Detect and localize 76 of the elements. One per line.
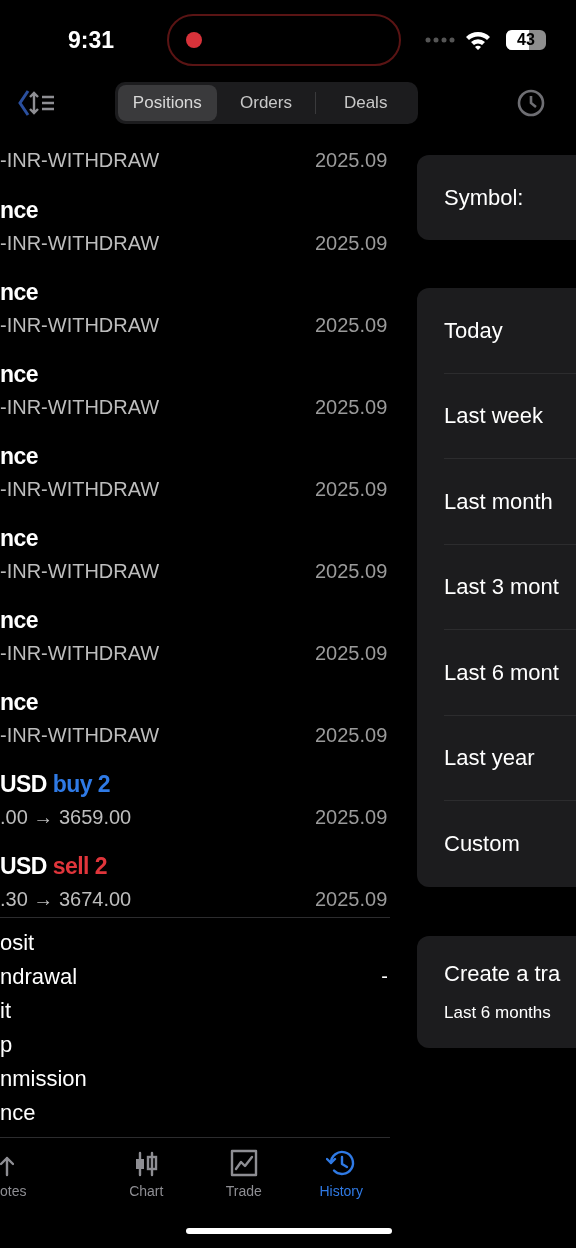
- deal-detail: -INR-WITHDRAW: [0, 558, 160, 584]
- deal-detail: .30 → 3674.00: [0, 886, 132, 912]
- deal-row[interactable]: nce -INR-WITHDRAW 2025.09: [0, 185, 390, 267]
- deal-date: 2025.09: [315, 476, 389, 502]
- deal-date: 2025.09: [315, 886, 389, 912]
- tab-bar-item[interactable]: History: [292, 1138, 390, 1210]
- summary-label: p: [0, 1030, 13, 1059]
- deal-symbol: nce: [0, 442, 38, 471]
- segment-tab[interactable]: Deals: [316, 84, 415, 121]
- deal-detail: .00 → 3659.00: [0, 804, 132, 830]
- deal-symbol: nce: [0, 606, 38, 635]
- summary-label: ndrawal: [0, 962, 78, 991]
- deal-row[interactable]: nce -INR-WITHDRAW 2025.09: [0, 349, 390, 431]
- deal-row[interactable]: -INR-WITHDRAW 2025.09: [0, 125, 390, 185]
- summary-label: it: [0, 996, 11, 1025]
- deal-detail: -INR-WITHDRAW: [0, 312, 160, 338]
- period-option[interactable]: Today: [444, 313, 503, 347]
- report-period: Last 6 months: [444, 1002, 552, 1025]
- deal-date: 2025.09: [315, 722, 389, 748]
- clock-time: 9:31: [68, 25, 116, 55]
- deal-row[interactable]: USD buy 2 .00 → 3659.00 2025.09: [0, 759, 390, 841]
- tab-bar-item[interactable]: otes: [0, 1138, 98, 1210]
- symbol-card[interactable]: Symbol:: [417, 155, 576, 240]
- deal-row[interactable]: USD sell 2 .30 → 3674.00 2025.09: [0, 841, 390, 923]
- clock-icon[interactable]: [517, 88, 545, 117]
- wifi-icon: [465, 30, 491, 50]
- deal-detail: -INR-WITHDRAW: [0, 230, 160, 256]
- summary-label: nmission: [0, 1064, 87, 1093]
- battery-indicator: 43: [506, 30, 546, 50]
- arrow-up-icon: [0, 1155, 14, 1177]
- deal-row[interactable]: nce -INR-WITHDRAW 2025.09: [0, 513, 390, 595]
- deal-date: 2025.09: [315, 148, 389, 173]
- deal-date: 2025.09: [315, 230, 389, 256]
- segment-tab[interactable]: Positions: [118, 84, 217, 121]
- deal-date: 2025.09: [315, 804, 389, 830]
- deal-date: 2025.09: [315, 640, 389, 666]
- summary-label: osit: [0, 928, 35, 957]
- deal-symbol: nce: [0, 196, 38, 225]
- tab-bar-item[interactable]: Chart: [97, 1138, 195, 1210]
- deal-symbol: USD: [0, 852, 47, 881]
- period-option[interactable]: Last month: [444, 484, 553, 518]
- segment-tab[interactable]: Orders: [216, 84, 316, 121]
- deal-row[interactable]: nce -INR-WITHDRAW 2025.09: [0, 595, 390, 677]
- report-title: Create a tra: [444, 960, 562, 989]
- deal-detail: -INR-WITHDRAW: [0, 476, 160, 502]
- period-option[interactable]: Last year: [444, 741, 535, 775]
- deal-side: sell 2: [52, 852, 107, 881]
- symbol-label: Symbol:: [444, 184, 524, 212]
- report-card[interactable]: Create a tra Last 6 months: [417, 935, 576, 1048]
- summary-value: -: [381, 964, 388, 989]
- deal-symbol: nce: [0, 688, 38, 717]
- tab-bar-item[interactable]: Trade: [195, 1138, 293, 1210]
- history-icon: [326, 1149, 357, 1177]
- line-chart-icon: [229, 1149, 258, 1177]
- deal-symbol: USD: [0, 770, 47, 799]
- deal-detail: -INR-WITHDRAW: [0, 640, 160, 666]
- period-option[interactable]: Last 3 mont: [444, 570, 559, 604]
- deal-symbol: nce: [0, 278, 38, 307]
- deal-row[interactable]: nce -INR-WITHDRAW 2025.09: [0, 267, 390, 349]
- deal-symbol: nce: [0, 524, 38, 553]
- period-option[interactable]: Custom: [444, 827, 520, 861]
- deal-row[interactable]: nce -INR-WITHDRAW 2025.09: [0, 677, 390, 759]
- summary-label: nce: [0, 1098, 36, 1127]
- deal-row[interactable]: nce -INR-WITHDRAW 2025.09: [0, 431, 390, 513]
- deal-symbol: nce: [0, 360, 38, 389]
- deal-detail: -INR-WITHDRAW: [0, 394, 160, 420]
- period-option[interactable]: Last week: [444, 399, 544, 433]
- deal-date: 2025.09: [315, 312, 389, 338]
- deal-date: 2025.09: [315, 558, 389, 584]
- deal-side: buy 2: [52, 770, 111, 799]
- deal-date: 2025.09: [315, 394, 389, 420]
- deal-detail: -INR-WITHDRAW: [0, 148, 160, 173]
- signal-dots-icon: [425, 37, 455, 43]
- period-option[interactable]: Last 6 mont: [444, 655, 559, 689]
- candlestick-icon: [134, 1151, 159, 1177]
- deal-detail: -INR-WITHDRAW: [0, 722, 160, 748]
